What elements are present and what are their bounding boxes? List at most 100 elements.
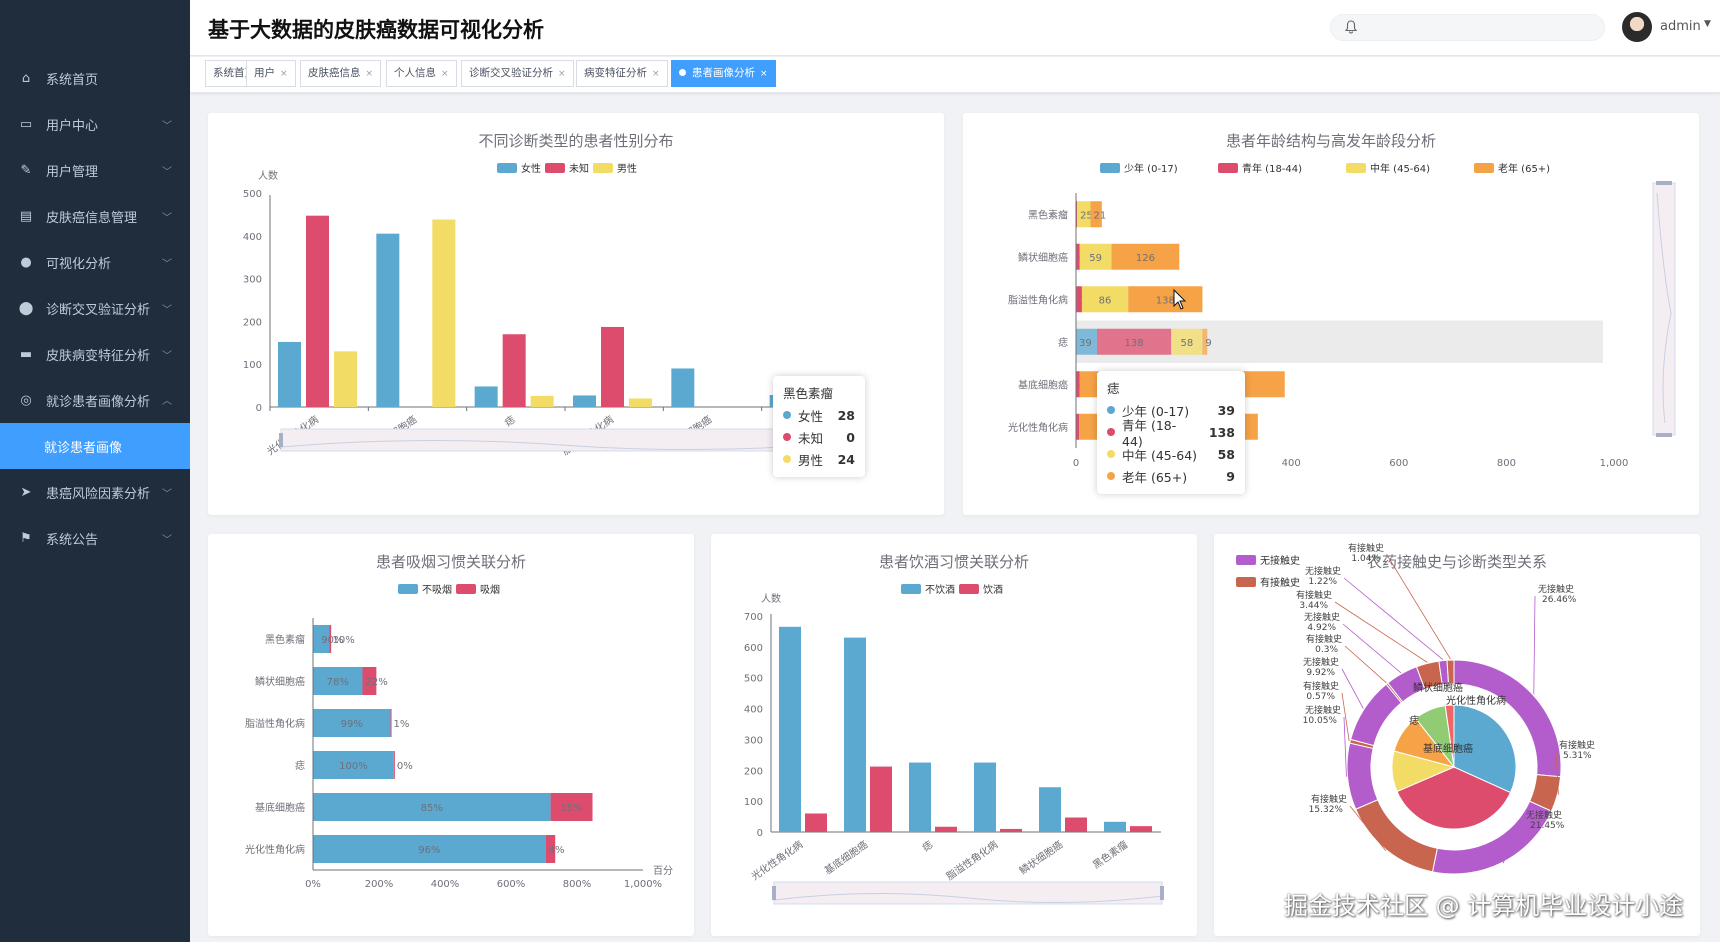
chevron-down-icon: ﹀	[162, 535, 172, 546]
chart-title: 患者吸烟习惯关联分析	[376, 553, 526, 571]
sidebar-item-label: 就诊患者画像分析	[46, 394, 151, 410]
tooltip-title: 黑色素瘤	[783, 386, 834, 401]
pesticide-card: 农药接触史与诊断类型关系 无接触史 有接触史 无接触史 26.46% 有接触史 5.31% 无…	[1214, 534, 1700, 936]
outer-label-value: 3.44%	[1299, 601, 1328, 611]
close-icon[interactable]: ×	[760, 69, 768, 79]
inner-label: 光化性角化病	[1446, 694, 1506, 707]
legend-swatch	[1236, 555, 1256, 565]
label-line	[1342, 623, 1402, 674]
sidebar-item-8[interactable]: 就诊患者画像	[0, 423, 190, 469]
data-label: 22%	[366, 677, 388, 688]
legend-label: 少年 (0-17)	[1124, 162, 1178, 175]
data-label: 138	[1156, 295, 1175, 306]
legend-swatch	[1474, 163, 1494, 173]
label-line	[1344, 645, 1387, 684]
tab-3[interactable]: 个人信息 ×	[386, 60, 457, 87]
sidebar: ⌂ 系统首页 ▭ 用户中心 ﹀ ✎ 用户管理 ﹀ ▤ 皮肤癌信息管理 ﹀ ● 可视化分析 ﹀ ⬤ 诊断交叉验证…	[0, 0, 190, 942]
chevron-down-icon: ﹀	[162, 305, 172, 316]
data-label: 78%	[327, 677, 349, 688]
sidebar-item-1[interactable]: ▭ 用户中心 ﹀	[0, 101, 190, 147]
bar	[629, 398, 652, 407]
outer-label-name: 有接触史	[1306, 633, 1342, 645]
bar	[805, 813, 827, 832]
bar	[502, 334, 526, 407]
series-dot-icon	[1107, 472, 1115, 480]
tags-view-bar: 系统首页 用户 × 皮肤癌信息 × 个人信息 × 诊断交叉验证分析 × 病变特征分析 × 患者画像分析…	[190, 57, 1720, 93]
sidebar-item-2[interactable]: ✎ 用户管理 ﹀	[0, 147, 190, 193]
sidebar-item-7[interactable]: ◎ 就诊患者画像分析 ﹀	[0, 377, 190, 423]
tab-label: 皮肤癌信息	[308, 67, 361, 79]
sidebar-item-label: 用户管理	[46, 164, 99, 180]
close-icon[interactable]: ×	[366, 69, 374, 79]
y-tick-label: 黑色素瘤	[265, 633, 305, 646]
user-card-icon: ▭	[19, 116, 33, 132]
sidebar-item-0[interactable]: ⌂ 系统首页	[0, 55, 190, 101]
chart-title: 农药接触史与诊断类型关系	[1367, 553, 1547, 571]
y-tick-label: 痣	[295, 759, 305, 772]
avatar[interactable]	[1622, 12, 1652, 42]
tab-6[interactable]: 患者画像分析 ×	[671, 60, 776, 87]
series-dot-icon	[783, 411, 791, 419]
data-label: 58	[1180, 338, 1193, 349]
outer-label-value: 4.92%	[1307, 623, 1336, 633]
caret-down-icon[interactable]: ▼	[1704, 19, 1711, 29]
close-icon[interactable]: ×	[558, 69, 566, 79]
sidebar-item-label: 诊断交叉验证分析	[46, 302, 151, 318]
datazoom-handle-left	[279, 433, 283, 447]
edit-icon: ✎	[20, 162, 32, 178]
tab-5[interactable]: 病变特征分析 ×	[576, 60, 668, 87]
data-label: 1%	[394, 719, 410, 730]
y-tick-label: 100	[744, 797, 763, 808]
legend-label: 不吸烟	[422, 583, 452, 596]
outer-label-value: 10.05%	[1303, 716, 1338, 726]
home-icon: ⌂	[21, 70, 31, 86]
close-icon[interactable]: ×	[652, 69, 660, 79]
user-name[interactable]: admin	[1660, 19, 1701, 34]
label-line	[1343, 716, 1347, 777]
bar	[1104, 821, 1126, 832]
data-label: 99%	[341, 719, 363, 730]
sidebar-item-3[interactable]: ▤ 皮肤癌信息管理 ﹀	[0, 193, 190, 239]
tab-4[interactable]: 诊断交叉验证分析 ×	[461, 60, 574, 87]
chevron-down-icon: ﹀	[162, 121, 172, 132]
label-line	[1334, 601, 1428, 663]
y-tick-label: 基底细胞癌	[255, 801, 305, 814]
data-label: 39	[1079, 338, 1092, 349]
close-icon[interactable]: ×	[441, 69, 449, 79]
x-axis-label: 百分	[653, 865, 673, 877]
tab-2[interactable]: 皮肤癌信息 ×	[300, 60, 382, 87]
sidebar-item-9[interactable]: ➤ 患癌风险因素分析 ﹀	[0, 469, 190, 515]
y-tick-label: 700	[744, 612, 763, 623]
y-tick-label: 200	[744, 766, 763, 777]
bar	[909, 762, 931, 832]
legend-label: 老年 (65+)	[1498, 162, 1550, 175]
y-tick-label: 500	[243, 189, 262, 200]
search-input[interactable]	[1330, 14, 1605, 41]
bar	[671, 368, 695, 407]
pesticide-pie-chart: 农药接触史与诊断类型关系无接触史有接触史无接触史26.46%有接触史5.31%无…	[1236, 542, 1595, 875]
legend-swatch	[1236, 577, 1256, 587]
bar	[530, 395, 554, 407]
bar	[870, 766, 892, 832]
x-tick-label: 400	[1282, 458, 1301, 469]
age-structure-chart: 患者年龄结构与高发年龄段分析少年 (0-17) 青年 (18-44) 中年 (45-…	[1008, 132, 1676, 469]
smoking-chart: 患者吸烟习惯关联分析不吸烟 吸烟黑色素瘤 90%10%鳞状细胞癌 78% 22%脂溢性角…	[245, 553, 673, 890]
bell-icon[interactable]	[1343, 19, 1359, 35]
sidebar-item-5[interactable]: ⬤ 诊断交叉验证分析 ﹀	[0, 285, 190, 331]
legend-swatch	[497, 163, 517, 173]
y-tick-label: 400	[744, 705, 763, 716]
sidebar-item-10[interactable]: ⚑ 系统公告 ﹀	[0, 515, 190, 561]
close-icon[interactable]: ×	[280, 69, 288, 79]
tooltip-value: 0	[846, 429, 855, 445]
label-line	[1533, 595, 1536, 695]
y-tick-label: 600	[744, 643, 763, 654]
tab-1[interactable]: 用户 ×	[246, 60, 296, 87]
sidebar-item-4[interactable]: ● 可视化分析 ﹀	[0, 239, 190, 285]
circle-icon: ◎	[20, 392, 32, 408]
tooltip-row: 女性 28	[783, 404, 855, 426]
y-tick-label: 黑色素瘤	[1028, 208, 1068, 221]
sidebar-item-6[interactable]: ▬ 皮肤病变特征分析 ﹀	[0, 331, 190, 377]
outer-ring-segment	[1346, 742, 1379, 810]
y-tick-label: 0	[256, 403, 262, 414]
legend-swatch	[1346, 163, 1366, 173]
